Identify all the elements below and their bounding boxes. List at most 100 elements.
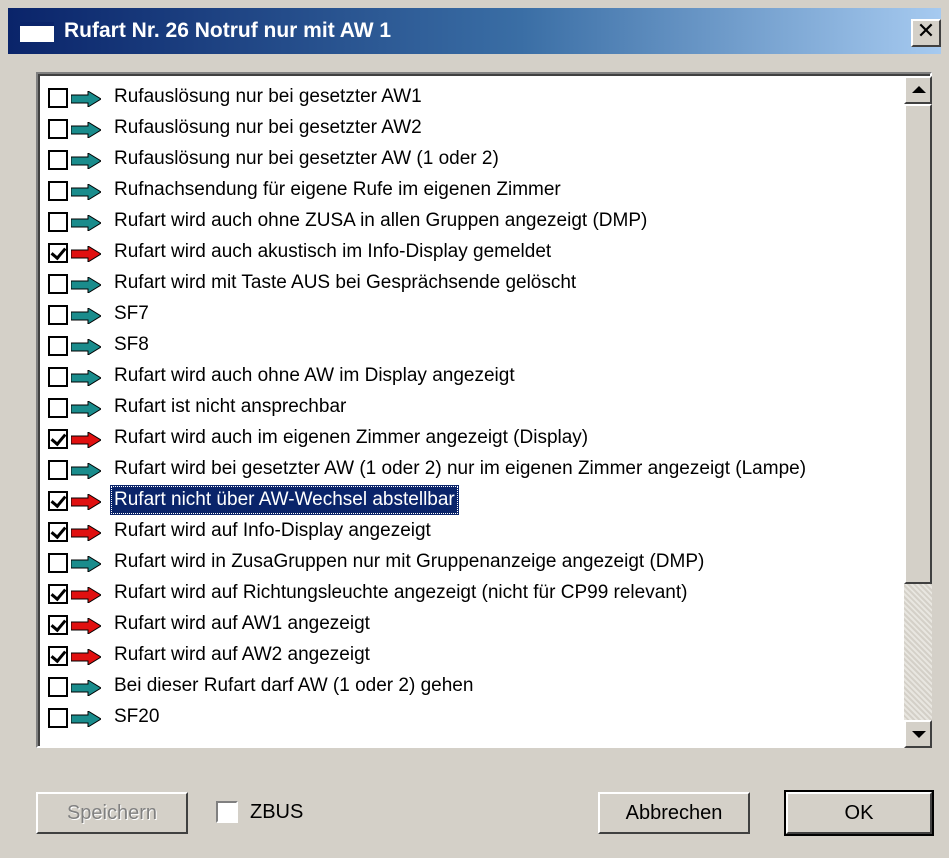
arrow-right-icon xyxy=(71,308,101,324)
window-title: Rufart Nr. 26 Notruf nur mit AW 1 xyxy=(64,19,392,42)
arrow-right-icon xyxy=(71,153,101,169)
list-item-label: SF7 xyxy=(114,303,149,324)
list-item[interactable]: Rufart wird auch akustisch im Info-Displ… xyxy=(48,237,898,268)
arrow-right-icon xyxy=(71,339,101,355)
option-list[interactable]: Rufauslösung nur bei gesetzter AW1 Rufaus… xyxy=(36,72,932,748)
list-item-label: Rufart wird auf Richtungsleuchte angezei… xyxy=(114,582,688,603)
cancel-button[interactable]: Abbrechen xyxy=(598,792,750,834)
list-item[interactable]: SF7 xyxy=(48,299,898,330)
scrollbar-thumb[interactable] xyxy=(904,104,932,584)
list-item-label: Rufauslösung nur bei gesetzter AW2 xyxy=(114,117,422,138)
item-checkbox[interactable] xyxy=(48,677,68,697)
item-checkbox[interactable] xyxy=(48,398,68,418)
list-item-label: SF8 xyxy=(114,334,149,355)
ok-button[interactable]: OK xyxy=(784,790,934,836)
list-item[interactable]: Rufart wird bei gesetzter AW (1 oder 2) … xyxy=(48,454,898,485)
list-item-label: Rufart wird auf AW2 angezeigt xyxy=(114,644,370,665)
list-item[interactable]: Rufauslösung nur bei gesetzter AW1 xyxy=(48,82,898,113)
item-checkbox[interactable] xyxy=(48,584,68,604)
item-checkbox[interactable] xyxy=(48,119,68,139)
list-item-label: SF20 xyxy=(114,706,160,727)
item-checkbox[interactable] xyxy=(48,491,68,511)
zbus-checkbox[interactable] xyxy=(216,801,238,823)
list-item-label: Rufnachsendung für eigene Rufe im eigene… xyxy=(114,179,561,200)
item-checkbox[interactable] xyxy=(48,274,68,294)
zbus-label: ZBUS xyxy=(250,801,304,823)
list-item[interactable]: Rufart wird auf AW2 angezeigt xyxy=(48,640,898,671)
list-item-label: Rufart wird auch im eigenen Zimmer angez… xyxy=(114,427,589,448)
item-checkbox[interactable] xyxy=(48,646,68,666)
list-item-label: Rufauslösung nur bei gesetzter AW (1 ode… xyxy=(114,148,499,169)
arrow-up-icon xyxy=(912,86,926,93)
item-checkbox[interactable] xyxy=(48,460,68,480)
arrow-right-icon xyxy=(71,649,101,665)
item-checkbox[interactable] xyxy=(48,150,68,170)
dialog-window: Rufart Nr. 26 Notruf nur mit AW 1 ✕ Rufa… xyxy=(0,0,949,858)
arrow-right-icon xyxy=(71,463,101,479)
arrow-right-icon xyxy=(71,122,101,138)
item-checkbox[interactable] xyxy=(48,181,68,201)
list-item[interactable]: Rufnachsendung für eigene Rufe im eigene… xyxy=(48,175,898,206)
list-item-label: Rufart wird auch akustisch im Info-Displ… xyxy=(114,241,552,262)
save-button[interactable]: Speichern xyxy=(36,792,188,834)
arrow-right-icon xyxy=(71,215,101,231)
item-checkbox[interactable] xyxy=(48,305,68,325)
arrow-right-icon xyxy=(71,494,101,510)
scroll-down-button[interactable] xyxy=(904,720,932,748)
item-checkbox[interactable] xyxy=(48,367,68,387)
arrow-right-icon xyxy=(71,370,101,386)
arrow-right-icon xyxy=(71,587,101,603)
list-item[interactable]: Rufart wird mit Taste AUS bei Gesprächse… xyxy=(48,268,898,299)
arrow-right-icon xyxy=(71,246,101,262)
list-item[interactable]: Rufart wird auch ohne AW im Display ange… xyxy=(48,361,898,392)
item-checkbox[interactable] xyxy=(48,429,68,449)
list-item-label: Rufart wird auf AW1 angezeigt xyxy=(114,613,370,634)
item-checkbox[interactable] xyxy=(48,88,68,108)
window-icon xyxy=(20,22,54,42)
arrow-right-icon xyxy=(71,432,101,448)
arrow-right-icon xyxy=(71,556,101,572)
arrow-right-icon xyxy=(71,680,101,696)
list-item-label: Bei dieser Rufart darf AW (1 oder 2) geh… xyxy=(114,675,474,696)
list-item[interactable]: Rufauslösung nur bei gesetzter AW (1 ode… xyxy=(48,144,898,175)
list-item-label: Rufart nicht über AW-Wechsel abstellbar xyxy=(110,485,459,515)
list-item[interactable]: Rufauslösung nur bei gesetzter AW2 xyxy=(48,113,898,144)
list-item-label: Rufart wird mit Taste AUS bei Gesprächse… xyxy=(114,272,577,293)
item-checkbox[interactable] xyxy=(48,553,68,573)
item-checkbox[interactable] xyxy=(48,243,68,263)
list-item[interactable]: Rufart nicht über AW-Wechsel abstellbar xyxy=(48,485,898,516)
scroll-up-button[interactable] xyxy=(904,76,932,104)
list-item[interactable]: Rufart wird in ZusaGruppen nur mit Grupp… xyxy=(48,547,898,578)
list-item[interactable]: Rufart wird auch ohne ZUSA in allen Grup… xyxy=(48,206,898,237)
item-checkbox[interactable] xyxy=(48,615,68,635)
close-button[interactable]: ✕ xyxy=(911,19,941,47)
item-checkbox[interactable] xyxy=(48,708,68,728)
arrow-right-icon xyxy=(71,277,101,293)
list-item-label: Rufart wird auch ohne ZUSA in allen Grup… xyxy=(114,210,648,231)
list-item[interactable]: Rufart ist nicht ansprechbar xyxy=(48,392,898,423)
item-checkbox[interactable] xyxy=(48,212,68,232)
item-checkbox[interactable] xyxy=(48,336,68,356)
arrow-right-icon xyxy=(71,91,101,107)
list-item[interactable]: Rufart wird auf AW1 angezeigt xyxy=(48,609,898,640)
list-item[interactable]: Rufart wird auf Richtungsleuchte angezei… xyxy=(48,578,898,609)
list-item[interactable]: SF8 xyxy=(48,330,898,361)
arrow-right-icon xyxy=(71,184,101,200)
list-item-label: Rufart wird auch ohne AW im Display ange… xyxy=(114,365,515,386)
list-item-label: Rufart wird bei gesetzter AW (1 oder 2) … xyxy=(114,458,807,479)
arrow-right-icon xyxy=(71,711,101,727)
vertical-scrollbar[interactable] xyxy=(904,76,932,748)
list-item[interactable]: Rufart wird auf Info-Display angezeigt xyxy=(48,516,898,547)
list-item-label: Rufauslösung nur bei gesetzter AW1 xyxy=(114,86,422,107)
list-item[interactable]: Bei dieser Rufart darf AW (1 oder 2) geh… xyxy=(48,671,898,702)
arrow-down-icon xyxy=(912,731,926,738)
list-item-label: Rufart wird in ZusaGruppen nur mit Grupp… xyxy=(114,551,705,572)
list-item[interactable]: SF20 xyxy=(48,702,898,733)
list-item-label: Rufart ist nicht ansprechbar xyxy=(114,396,347,417)
item-checkbox[interactable] xyxy=(48,522,68,542)
list-item-label: Rufart wird auf Info-Display angezeigt xyxy=(114,520,431,541)
arrow-right-icon xyxy=(71,401,101,417)
list-item[interactable]: Rufart wird auch im eigenen Zimmer angez… xyxy=(48,423,898,454)
arrow-right-icon xyxy=(71,618,101,634)
arrow-right-icon xyxy=(71,525,101,541)
